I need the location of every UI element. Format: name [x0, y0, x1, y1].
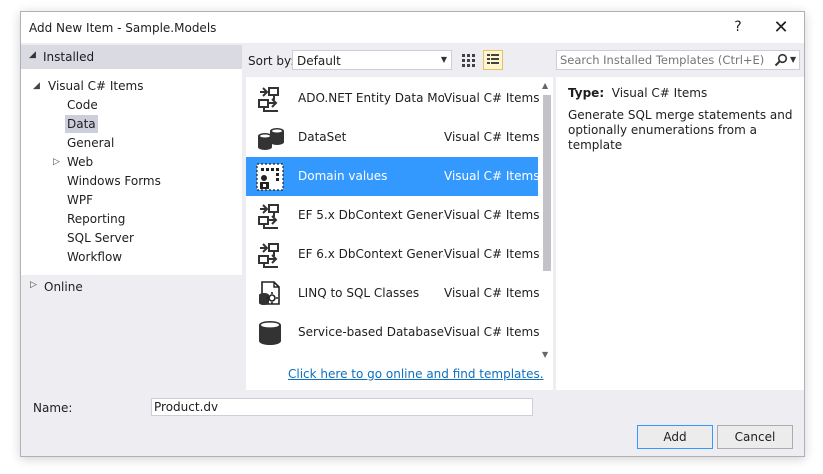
chevron-down-icon[interactable]: ▼	[790, 55, 796, 64]
name-field[interactable]	[151, 398, 533, 416]
template-name: ADO.NET Entity Data Mo...	[298, 91, 444, 105]
tree-item-windows-forms[interactable]: Windows Forms	[67, 172, 161, 190]
list-scrollbar[interactable]: ▲ ▼	[540, 77, 553, 363]
details-description: Generate SQL merge statements and option…	[568, 108, 793, 152]
template-name: Service-based Database	[298, 325, 444, 339]
domain-values-icon	[256, 163, 284, 191]
title-bar: Add New Item - Sample.Models ? ✕	[21, 12, 804, 43]
entity-model-icon	[258, 87, 279, 112]
dialog-title: Add New Item - Sample.Models	[29, 21, 217, 35]
details-type-value: Visual C# Items	[611, 86, 708, 100]
installed-label: Installed	[43, 50, 95, 64]
tree-item-reporting[interactable]: Reporting	[67, 210, 125, 228]
help-button[interactable]: ?	[718, 12, 758, 43]
tree-item-sql-server[interactable]: SQL Server	[67, 229, 134, 247]
template-type: Visual C# Items	[444, 325, 540, 339]
scroll-up-icon[interactable]: ▲	[542, 81, 548, 90]
online-label: Online	[44, 280, 83, 294]
tree-item-workflow[interactable]: Workflow	[67, 248, 122, 266]
list-view-icon	[487, 54, 499, 64]
close-button[interactable]: ✕	[761, 12, 801, 43]
template-name: LINQ to SQL Classes	[298, 286, 420, 300]
find-templates-online-link[interactable]: Click here to go online and find templat…	[288, 367, 544, 381]
grid-view-icon	[462, 54, 475, 67]
database-icon	[259, 321, 281, 345]
scroll-thumb[interactable]	[543, 95, 551, 271]
installed-header[interactable]: ◢ Installed	[21, 45, 242, 69]
template-type: Visual C# Items	[444, 91, 540, 105]
details-type-row: Type: Visual C# Items	[568, 86, 707, 100]
small-icons-view-button[interactable]	[458, 50, 478, 70]
scroll-down-icon[interactable]: ▼	[542, 350, 548, 359]
tree-item-online[interactable]: ▷ Online	[21, 275, 242, 300]
template-item[interactable]: ADO.NET Entity Data Mo... Visual C# Item…	[246, 79, 540, 118]
tree-item-label: Web	[67, 155, 94, 169]
chevron-down-icon: ▼	[440, 55, 447, 64]
entity-model-icon	[258, 204, 279, 229]
name-label: Name:	[33, 401, 73, 415]
template-item-selected[interactable]: Domain values Visual C# Items	[246, 157, 540, 196]
tree-item-data[interactable]: Data	[65, 115, 98, 133]
template-type: Visual C# Items	[444, 208, 540, 222]
database-icon	[258, 128, 284, 150]
template-type: Visual C# Items	[444, 247, 540, 261]
details-view-button[interactable]	[483, 50, 503, 70]
search-input[interactable]	[560, 52, 765, 68]
tree-item-label: Visual C# Items	[48, 79, 144, 93]
add-button[interactable]: Add	[637, 425, 713, 449]
template-type: Visual C# Items	[444, 286, 540, 300]
tree-item-wpf[interactable]: WPF	[67, 191, 93, 209]
search-icon[interactable]	[774, 53, 788, 70]
template-type: Visual C# Items	[444, 169, 540, 183]
template-details: Type: Visual C# Items Generate SQL merge…	[556, 77, 804, 390]
template-item[interactable]: LINQ to SQL Classes Visual C# Items	[246, 274, 540, 313]
template-name: EF 6.x DbContext Generator	[298, 247, 444, 261]
tree-item-general[interactable]: General	[67, 134, 114, 152]
entity-model-icon	[258, 243, 279, 268]
collapsed-triangle-icon[interactable]: ▷	[53, 153, 60, 171]
sort-by-value: Default	[297, 54, 341, 68]
template-item[interactable]: Service-based Database Visual C# Items	[246, 313, 540, 352]
template-item[interactable]: EF 6.x DbContext Generator Visual C# Ite…	[246, 235, 540, 274]
add-new-item-dialog: Add New Item - Sample.Models ? ✕ ◢ Insta…	[20, 11, 805, 457]
collapsed-triangle-icon: ▷	[30, 280, 37, 290]
expanded-triangle-icon: ◢	[33, 81, 40, 91]
linq-classes-icon	[259, 281, 280, 305]
template-name: DataSet	[298, 130, 347, 144]
tree-item-code[interactable]: Code	[67, 96, 98, 114]
category-tree: ◢ Visual C# Items Code Data General ▷ We…	[21, 69, 242, 275]
template-list: ADO.NET Entity Data Mo... Visual C# Item…	[246, 77, 553, 390]
expanded-triangle-icon: ◢	[29, 50, 36, 60]
template-type: Visual C# Items	[444, 130, 540, 144]
template-name: EF 5.x DbContext Generator	[298, 208, 444, 222]
search-templates-box[interactable]: ▼	[556, 50, 800, 70]
template-item[interactable]: DataSet Visual C# Items	[246, 118, 540, 157]
sort-by-label: Sort by:	[248, 54, 295, 68]
template-name: Domain values	[298, 169, 388, 183]
details-type-label: Type:	[568, 86, 605, 100]
template-item[interactable]: EF 5.x DbContext Generator Visual C# Ite…	[246, 196, 540, 235]
sort-by-dropdown[interactable]: Default ▼	[292, 50, 452, 70]
cancel-button[interactable]: Cancel	[717, 425, 793, 449]
